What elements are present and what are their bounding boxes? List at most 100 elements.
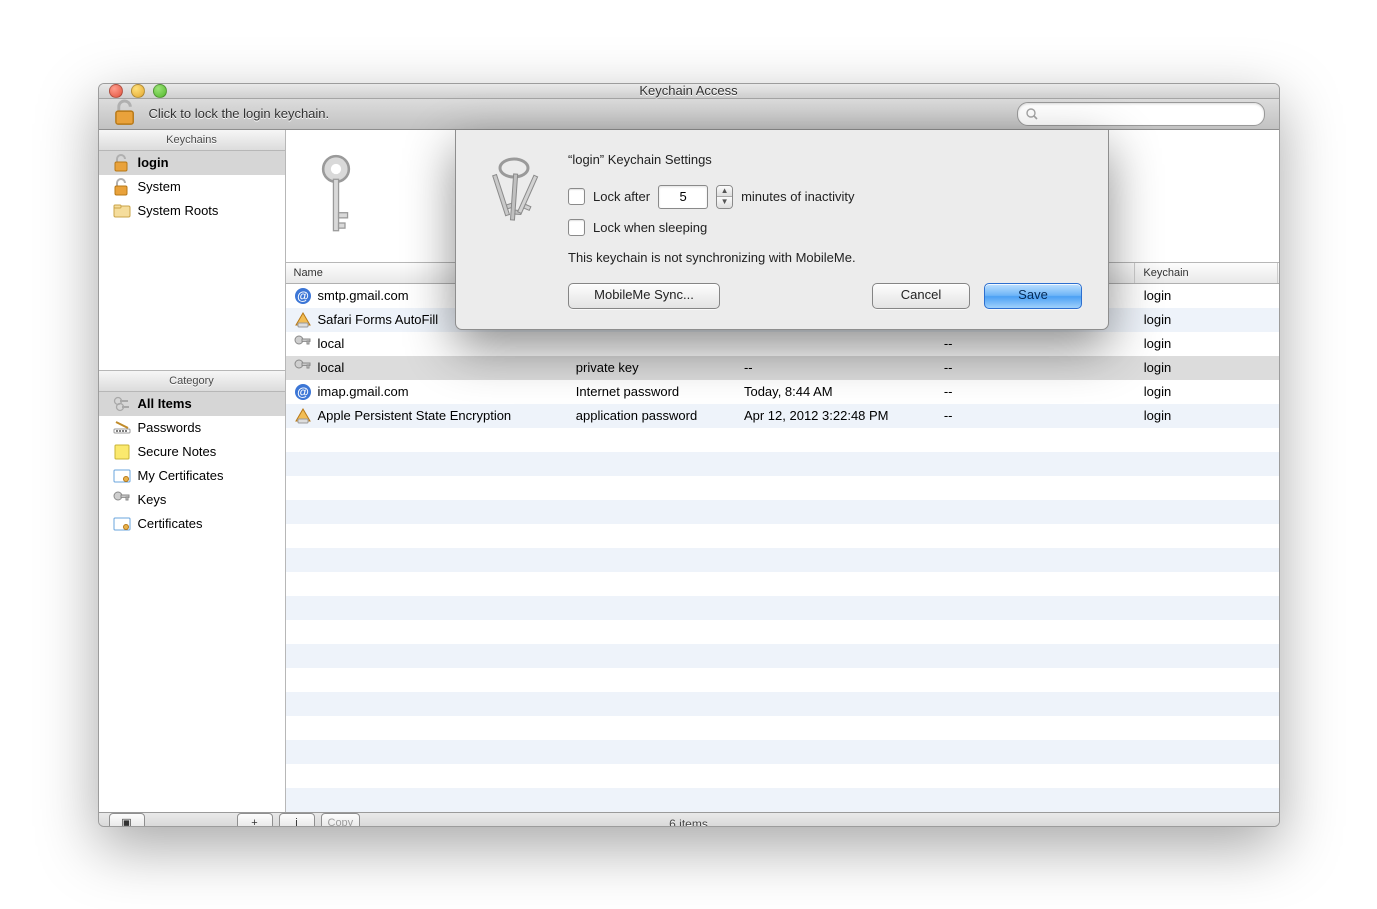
empty-row (286, 764, 1279, 788)
mobileme-sync-button[interactable]: MobileMe Sync... (568, 283, 720, 309)
table-row[interactable]: Apple Persistent State Encryption applica… (286, 404, 1279, 428)
category-item[interactable]: Keys (99, 488, 285, 512)
allitems-icon (113, 395, 131, 413)
app-icon (294, 311, 312, 329)
app-window: Keychain Access Click to lock the login … (98, 83, 1280, 827)
item-keychain: login (1136, 408, 1279, 423)
sidebar-item-label: Passwords (138, 420, 202, 435)
empty-row (286, 692, 1279, 716)
sidebar: Keychains loginSystem System Roots Catego… (99, 130, 286, 812)
empty-row (286, 548, 1279, 572)
item-name: Apple Persistent State Encryption (318, 408, 512, 423)
category-list: All Items Passwords Secure Notes My Certifi… (99, 392, 285, 812)
copy-button[interactable]: Copy (321, 813, 361, 827)
keychains-list: loginSystem System Roots (99, 151, 285, 370)
lock-sleep-label: Lock when sleeping (593, 220, 707, 235)
empty-row (286, 788, 1279, 812)
zoom-button[interactable] (153, 84, 167, 98)
cert-icon (113, 467, 131, 485)
empty-row (286, 452, 1279, 476)
lock-sleep-checkbox[interactable] (568, 219, 585, 236)
traffic-lights (109, 84, 167, 98)
lock-after-checkbox[interactable] (568, 188, 585, 205)
key-icon (294, 335, 312, 353)
key-icon (304, 151, 368, 241)
sidebar-item-label: System Roots (138, 203, 219, 218)
empty-row (286, 596, 1279, 620)
item-name: local (318, 360, 345, 375)
item-date: -- (736, 360, 936, 375)
footer: ▣ + i Copy 6 items (99, 812, 1279, 827)
lock-after-label: Lock after (593, 189, 650, 204)
sidebar-item-label: Secure Notes (138, 444, 217, 459)
window-title: Keychain Access (99, 83, 1279, 98)
item-name: local (318, 336, 345, 351)
minimize-button[interactable] (131, 84, 145, 98)
category-item[interactable]: All Items (99, 392, 285, 416)
cancel-button[interactable]: Cancel (872, 283, 970, 309)
add-button[interactable]: + (237, 813, 273, 827)
item-kind: private key (568, 360, 736, 375)
item-name: Safari Forms AutoFill (318, 312, 439, 327)
category-item[interactable]: Passwords (99, 416, 285, 440)
empty-row (286, 620, 1279, 644)
item-keychain: login (1136, 360, 1279, 375)
item-keychain: login (1136, 288, 1279, 303)
table-row[interactable]: imap.gmail.comInternet passwordToday, 8:… (286, 380, 1279, 404)
sidebar-item-label: Keys (138, 492, 167, 507)
category-item[interactable]: Secure Notes (99, 440, 285, 464)
unlocked-icon (113, 178, 131, 196)
passwords-icon (113, 419, 131, 437)
search-input[interactable] (1043, 106, 1256, 122)
keychain-item[interactable]: login (99, 151, 285, 175)
lock-after-input[interactable] (658, 185, 708, 209)
save-button[interactable]: Save (984, 283, 1082, 309)
toolbar: Click to lock the login keychain. (99, 99, 1279, 130)
key-icon (113, 491, 131, 509)
cert-icon (113, 515, 131, 533)
empty-row (286, 500, 1279, 524)
toggle-preview-button[interactable]: ▣ (109, 813, 145, 827)
keychains-header: Keychains (99, 130, 285, 151)
empty-row (286, 740, 1279, 764)
status-text: 6 items (99, 817, 1279, 827)
item-keychain: login (1136, 384, 1279, 399)
keychain-item[interactable]: System Roots (99, 199, 285, 223)
sync-message: This keychain is not synchronizing with … (568, 250, 1082, 265)
item-keychain: login (1136, 312, 1279, 327)
table-row[interactable]: localprivate key----login (286, 356, 1279, 380)
table-row[interactable]: local --login (286, 332, 1279, 356)
empty-row (286, 668, 1279, 692)
minutes-label: minutes of inactivity (741, 189, 854, 204)
item-name: imap.gmail.com (318, 384, 409, 399)
item-expires: -- (936, 360, 1136, 375)
info-button[interactable]: i (279, 813, 315, 827)
at-icon (294, 287, 312, 305)
item-name: smtp.gmail.com (318, 288, 409, 303)
keychain-icon (482, 152, 546, 232)
at-icon (294, 383, 312, 401)
search-field[interactable] (1017, 102, 1265, 126)
keychain-item[interactable]: System (99, 175, 285, 199)
empty-row (286, 644, 1279, 668)
item-keychain: login (1136, 336, 1279, 351)
category-item[interactable]: My Certificates (99, 464, 285, 488)
search-icon (1026, 108, 1038, 120)
item-kind: application password (568, 408, 736, 423)
sidebar-item-label: My Certificates (138, 468, 224, 483)
close-button[interactable] (109, 84, 123, 98)
category-header: Category (99, 371, 285, 392)
notes-icon (113, 443, 131, 461)
item-date: Today, 8:44 AM (736, 384, 936, 399)
lock-icon[interactable] (113, 99, 139, 129)
category-item[interactable]: Certificates (99, 512, 285, 536)
empty-row (286, 716, 1279, 740)
item-expires: -- (936, 336, 1136, 351)
app-icon (294, 407, 312, 425)
minutes-stepper[interactable]: ▲▼ (716, 185, 733, 209)
titlebar[interactable]: Keychain Access (99, 84, 1279, 99)
unlocked-icon (113, 154, 131, 172)
col-keychain[interactable]: Keychain (1135, 263, 1278, 283)
lock-hint-label: Click to lock the login keychain. (149, 106, 330, 121)
empty-row (286, 524, 1279, 548)
